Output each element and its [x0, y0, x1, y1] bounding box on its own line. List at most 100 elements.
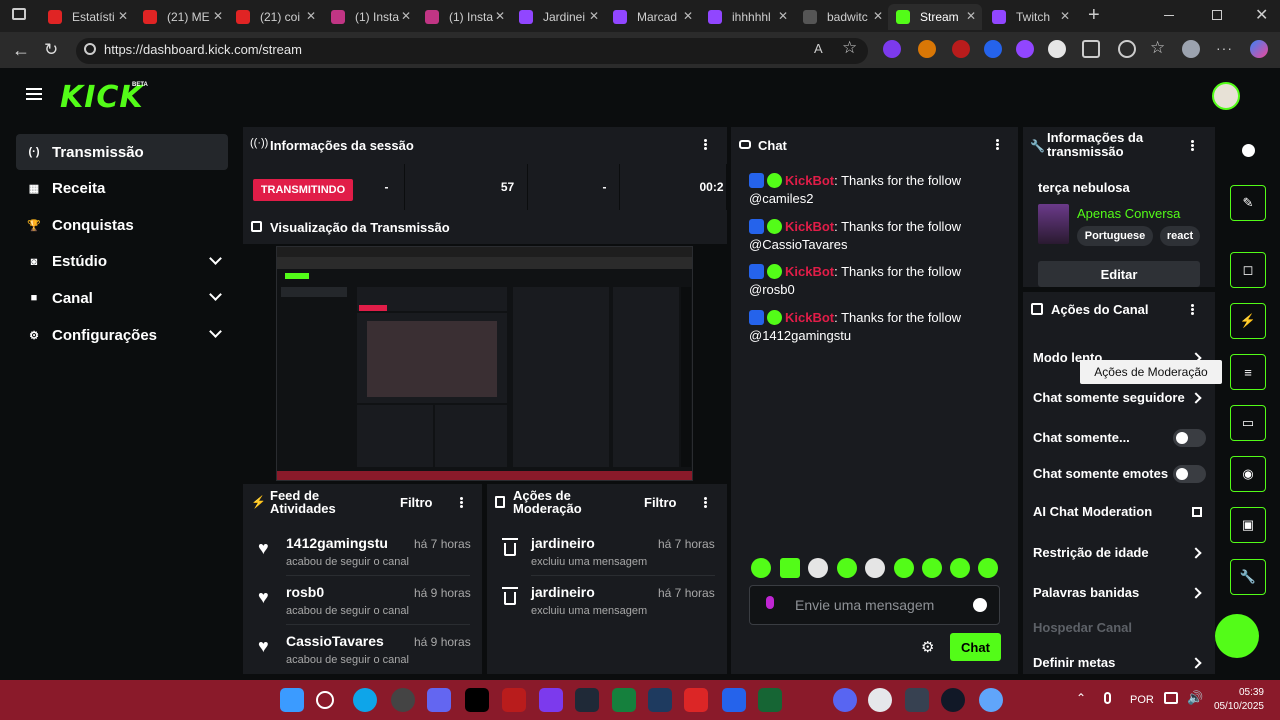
shield-icon[interactable] — [722, 688, 746, 712]
browser-tab[interactable]: Estatísti ✕ — [40, 4, 134, 30]
app-icon[interactable] — [427, 688, 451, 712]
emote-icon[interactable] — [751, 558, 771, 578]
channel-action-item[interactable]: Chat somente... — [1033, 430, 1130, 445]
site-info-icon[interactable] — [84, 43, 96, 55]
emote-icon[interactable] — [808, 558, 828, 578]
app-icon[interactable] — [868, 688, 892, 712]
close-window-button[interactable]: ✕ — [1255, 5, 1268, 25]
maximize-button[interactable] — [1212, 10, 1222, 20]
chat-input[interactable]: Envie uma mensagem — [795, 597, 934, 613]
chat-username[interactable]: KickBot — [785, 173, 834, 188]
browser-tab[interactable]: Twitch ✕ — [984, 4, 1076, 30]
channel-action-item[interactable]: Palavras banidas — [1033, 585, 1139, 600]
emote-icon[interactable] — [865, 558, 885, 578]
extension-icon[interactable] — [918, 40, 936, 58]
session-menu-icon[interactable] — [704, 143, 707, 146]
chat-mention[interactable]: @CassioTavares — [749, 237, 847, 252]
app-icon[interactable] — [502, 688, 526, 712]
app-icon[interactable] — [539, 688, 563, 712]
microphone-icon[interactable] — [766, 596, 774, 609]
app-icon[interactable] — [575, 688, 599, 712]
browser-tab[interactable]: (1) Insta ✕ — [417, 4, 511, 30]
chat-menu-icon[interactable] — [996, 143, 999, 146]
app-icon[interactable] — [684, 688, 708, 712]
minimize-button[interactable] — [1164, 15, 1174, 16]
channel-action-item[interactable]: AI Chat Moderation — [1033, 504, 1152, 519]
browser-tab[interactable]: Jardinei ✕ — [511, 4, 605, 30]
emote-icon[interactable] — [922, 558, 942, 578]
favorite-star-icon[interactable]: ☆ — [842, 38, 857, 58]
copilot-icon[interactable] — [1250, 40, 1268, 58]
tab-close-icon[interactable]: ✕ — [1060, 9, 1070, 23]
toggle-switch[interactable] — [1173, 465, 1206, 483]
app-icon[interactable] — [941, 688, 965, 712]
browser-tab[interactable]: Marcad ✕ — [605, 4, 699, 30]
browser-tab[interactable]: Stream ✕ — [888, 4, 982, 30]
clock-date[interactable]: 05/10/2025 — [1202, 701, 1264, 712]
edge-icon[interactable] — [353, 688, 377, 712]
tab-close-icon[interactable]: ✕ — [589, 9, 599, 23]
support-headset-button[interactable] — [1215, 614, 1259, 658]
discord-icon[interactable] — [833, 688, 857, 712]
network-icon[interactable] — [1164, 692, 1178, 704]
volume-icon[interactable]: 🔊 — [1187, 690, 1203, 706]
more-options-icon[interactable]: ··· — [1216, 40, 1233, 56]
browser-tab[interactable]: (21) coi ✕ — [228, 4, 322, 30]
language-indicator[interactable]: POR — [1130, 694, 1154, 706]
tab-close-icon[interactable]: ✕ — [213, 9, 223, 23]
tab-close-icon[interactable]: ✕ — [683, 9, 693, 23]
tag-portuguese[interactable]: Portuguese — [1077, 226, 1153, 246]
browser-tab[interactable]: (21) ME ✕ — [135, 4, 229, 30]
tray-chevron-icon[interactable]: ⌃ — [1076, 691, 1086, 705]
tab-close-icon[interactable]: ✕ — [306, 9, 316, 23]
activity-button[interactable]: ⚡ — [1230, 303, 1266, 339]
mod-user[interactable]: jardineiro — [531, 584, 595, 600]
tab-close-icon[interactable]: ✕ — [873, 9, 883, 23]
chat-mention[interactable]: @camiles2 — [749, 191, 814, 206]
feed-filter-button[interactable]: Filtro — [400, 495, 433, 510]
split-screen-icon[interactable] — [1118, 40, 1136, 58]
stream-info-button[interactable]: 🔧 — [1230, 559, 1266, 595]
channel-actions-menu-icon[interactable] — [1191, 308, 1194, 311]
chat-send-button[interactable]: Chat — [950, 633, 1001, 661]
emote-icon[interactable] — [950, 558, 970, 578]
extension-icon[interactable] — [984, 40, 1002, 58]
search-icon[interactable] — [316, 691, 334, 709]
sidebar-item-studio[interactable]: ◙ Estúdio — [16, 244, 228, 280]
extension-icon[interactable] — [1048, 40, 1066, 58]
channel-action-item[interactable]: Restrição de idade — [1033, 545, 1149, 560]
favorites-icon[interactable]: ☆ — [1150, 38, 1165, 58]
menu-icon[interactable] — [26, 88, 42, 100]
channel-action-item[interactable]: Definir metas — [1033, 655, 1115, 670]
browser-tab[interactable]: ihhhhhl ✕ — [700, 4, 794, 30]
chat-settings-icon[interactable]: ⚙ — [921, 638, 934, 656]
puzzle-icon[interactable] — [1082, 40, 1100, 58]
tiktok-icon[interactable] — [465, 688, 489, 712]
emote-icon[interactable] — [978, 558, 998, 578]
extension-icon[interactable] — [1016, 40, 1034, 58]
chat-button[interactable]: ▭ — [1230, 405, 1266, 441]
app-icon[interactable] — [612, 688, 636, 712]
stream-info-menu-icon[interactable] — [1191, 144, 1194, 147]
channel-action-item[interactable]: Chat somente emotes — [1033, 466, 1168, 481]
chat-message[interactable]: KickBot: Thanks for the follow @1412gamin… — [749, 309, 1009, 345]
info-icon[interactable] — [1242, 144, 1255, 157]
channel-actions-button[interactable]: ▣ — [1230, 507, 1266, 543]
tab-close-icon[interactable]: ✕ — [495, 9, 505, 23]
emote-icon[interactable] — [780, 558, 800, 578]
moderation-menu-icon[interactable] — [704, 501, 707, 504]
user-avatar[interactable] — [1212, 82, 1240, 110]
tab-close-icon[interactable]: ✕ — [118, 9, 128, 23]
calculator-icon[interactable] — [905, 688, 929, 712]
sidebar-item-gear[interactable]: ⚙ Configurações — [16, 317, 228, 353]
chat-mention[interactable]: @1412gamingstu — [749, 328, 851, 343]
emoji-icon[interactable] — [973, 598, 987, 612]
chat-username[interactable]: KickBot — [785, 264, 834, 279]
chat-message[interactable]: KickBot: Thanks for the follow @rosb0 — [749, 263, 1009, 299]
broadcast-button[interactable]: ◉ — [1230, 456, 1266, 492]
tab-close-icon[interactable]: ✕ — [401, 9, 411, 23]
steam-icon[interactable] — [648, 688, 672, 712]
extension-icon[interactable] — [883, 40, 901, 58]
extension-icon[interactable] — [952, 40, 970, 58]
tab-actions-icon[interactable] — [12, 8, 26, 20]
